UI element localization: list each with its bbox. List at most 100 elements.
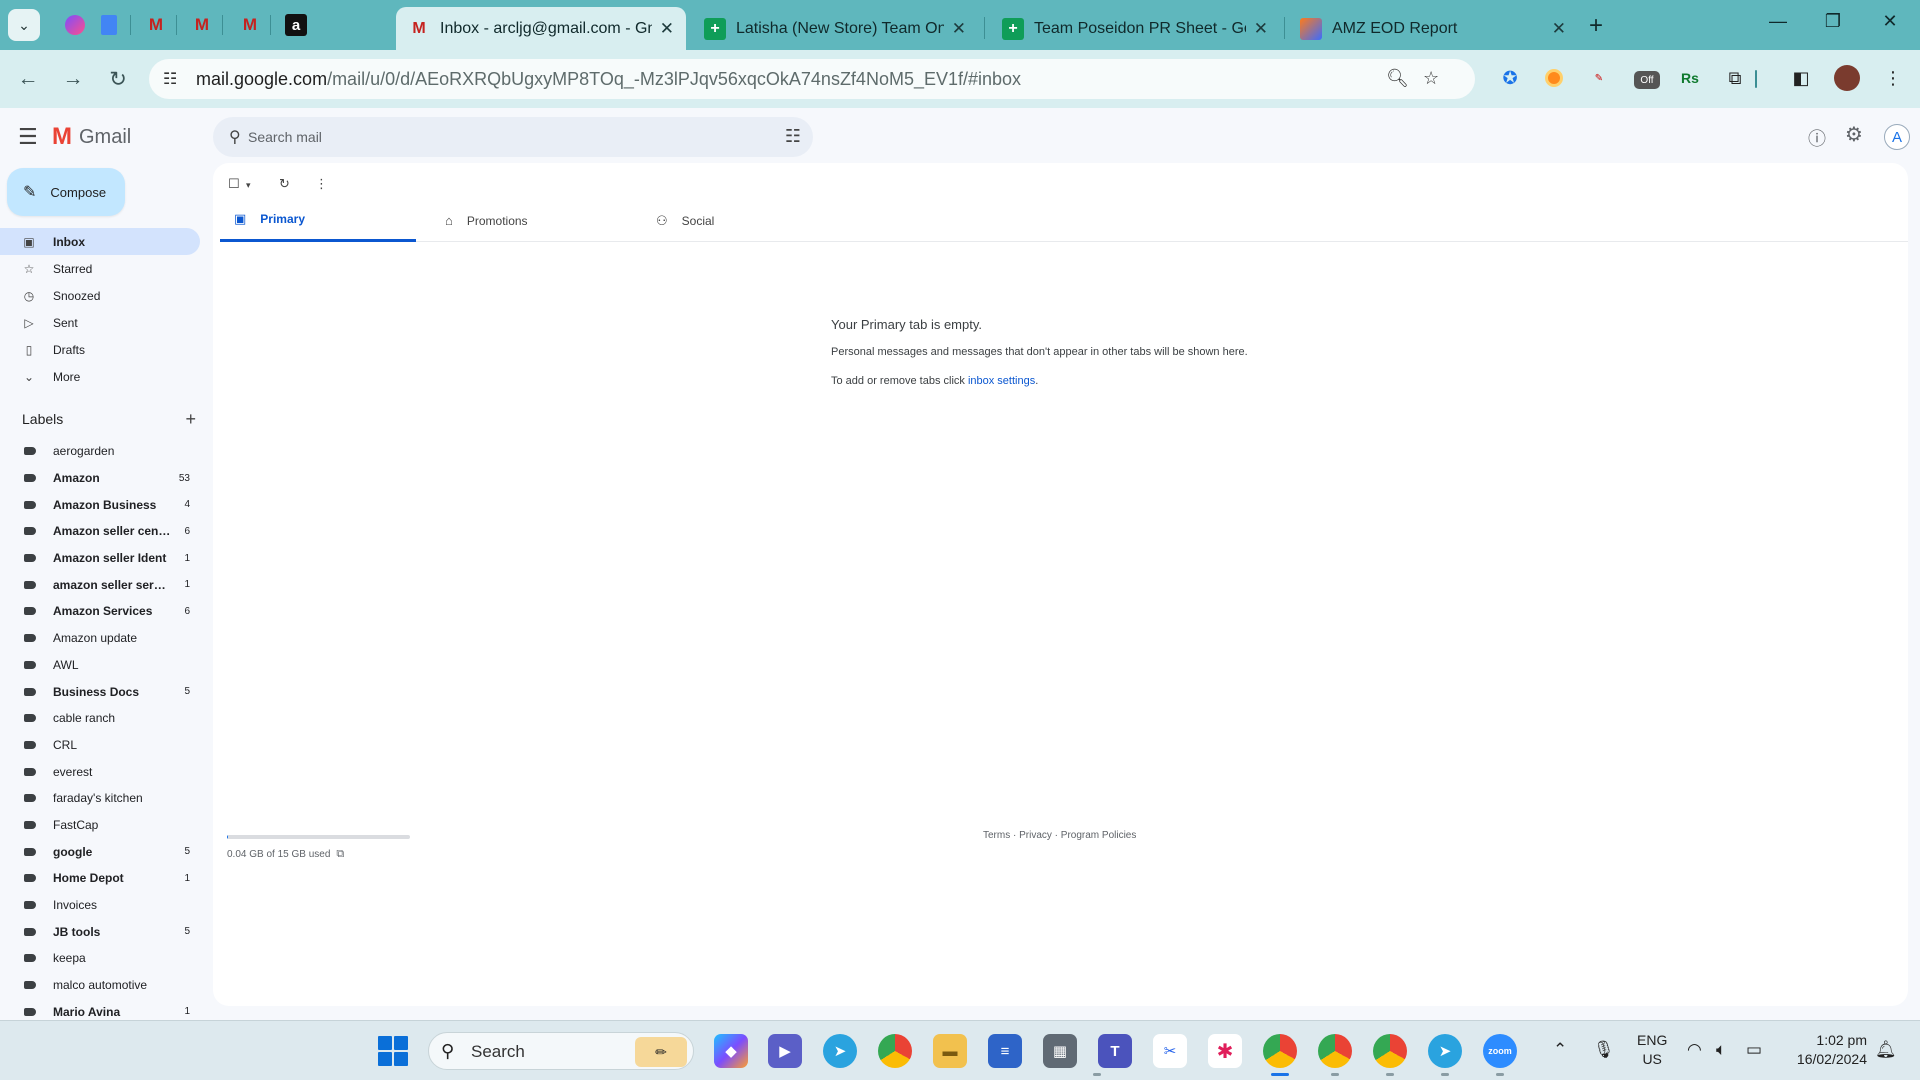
sidebar-label-item[interactable]: JB tools 5	[0, 918, 200, 945]
sidebar-label-item[interactable]: faraday's kitchen	[0, 785, 200, 812]
sidebar-label-item[interactable]: Invoices	[0, 892, 200, 919]
messenger-pinned-tab[interactable]	[60, 10, 90, 40]
taskbar-search[interactable]: ⚲ Search ✏	[428, 1032, 694, 1070]
close-tab-icon[interactable]: ✕	[952, 19, 966, 39]
sidebar-label-item[interactable]: Home Depot 1	[0, 865, 200, 892]
telegram-icon[interactable]: ➤	[1428, 1034, 1462, 1068]
extensions-puzzle-icon[interactable]: ⧉	[1722, 65, 1748, 91]
main-menu-icon[interactable]: ☰	[18, 124, 38, 150]
zoom-icon[interactable]: zoom	[1483, 1034, 1517, 1068]
sidebar-item-more[interactable]: ⌄ More	[0, 363, 200, 390]
tab-search-button[interactable]: ⌄	[8, 9, 40, 41]
sidebar-item-inbox[interactable]: ▣ Inbox	[0, 228, 200, 255]
gmail-logo[interactable]: M Gmail	[52, 123, 131, 151]
gmail-pinned-tab[interactable]: M	[235, 10, 265, 40]
sidebar-label-item[interactable]: malco automotive	[0, 972, 200, 999]
amazon-pinned-tab[interactable]: a	[281, 10, 311, 40]
profile-avatar[interactable]	[1834, 65, 1860, 91]
chrome-icon[interactable]	[878, 1034, 912, 1068]
more-options-icon[interactable]: ⋮	[315, 176, 328, 192]
sidebar-label-item[interactable]: cable ranch	[0, 705, 200, 732]
account-avatar[interactable]: A	[1884, 124, 1910, 150]
footer-links[interactable]: Terms · Privacy · Program Policies	[983, 830, 1136, 841]
volume-icon[interactable]: 🔈︎	[1716, 1040, 1726, 1060]
sidebar-label-item[interactable]: CRL	[0, 732, 200, 759]
add-label-icon[interactable]: +	[185, 409, 196, 430]
sidebar-label-item[interactable]: Amazon seller Ident 1	[0, 545, 200, 572]
file-explorer-icon[interactable]: ▬	[933, 1034, 967, 1068]
chrome-profile-icon[interactable]	[1263, 1034, 1297, 1068]
sidebar-label-item[interactable]: amazon seller servi... 1	[0, 571, 200, 598]
tab-poseidon-sheet[interactable]: + Team Poseidon PR Sheet - Goo ✕	[990, 7, 1280, 50]
meet-icon[interactable]: ▶	[768, 1034, 802, 1068]
minimize-button[interactable]: —	[1758, 11, 1798, 32]
start-button[interactable]	[378, 1036, 408, 1066]
search-icon[interactable]: ⚲	[229, 127, 241, 147]
close-tab-icon[interactable]: ✕	[1254, 19, 1268, 39]
extension-orange-icon[interactable]	[1541, 65, 1567, 91]
sidebar-label-item[interactable]: AWL	[0, 652, 200, 679]
telegram-icon[interactable]: ➤	[823, 1034, 857, 1068]
show-hidden-icons-chevron[interactable]: ⌃	[1553, 1040, 1567, 1060]
tab-social[interactable]: ⚇ Social	[642, 199, 838, 242]
sidebar-label-item[interactable]: Amazon seller cent... 6	[0, 518, 200, 545]
sidebar-item-snoozed[interactable]: ◷ Snoozed	[0, 282, 200, 309]
gmail-pinned-tab[interactable]: M	[141, 10, 171, 40]
snipping-tool-icon[interactable]: ✂	[1153, 1034, 1187, 1068]
sidebar-item-drafts[interactable]: ▯ Drafts	[0, 336, 200, 363]
battery-icon[interactable]: ▭	[1746, 1040, 1762, 1060]
zoom-icon[interactable]: 🔍︎	[1386, 68, 1409, 89]
sidebar-label-item[interactable]: FastCap	[0, 812, 200, 839]
wifi-icon[interactable]: ◠	[1687, 1040, 1702, 1060]
notification-bell-icon[interactable]: 🔔︎	[1875, 1040, 1897, 1060]
extension-off-badge[interactable]: Off	[1634, 71, 1660, 89]
address-bar[interactable]: ☷ mail.google.com/mail/u/0/d/AEoRXRQbUgx…	[149, 59, 1475, 99]
back-button[interactable]: ←	[13, 64, 43, 94]
taskbar-clock[interactable]: 1:02 pm 16/02/2024	[1787, 1031, 1867, 1069]
extension-rs-icon[interactable]: Rs	[1677, 65, 1703, 91]
input-language[interactable]: ENG US	[1637, 1031, 1667, 1069]
tab-promotions[interactable]: ⌂ Promotions	[431, 199, 627, 242]
sidebar-label-item[interactable]: Amazon Business 4	[0, 491, 200, 518]
tab-latisha-sheet[interactable]: + Latisha (New Store) Team Only ✕	[692, 7, 978, 50]
tab-gmail-inbox[interactable]: M Inbox - arcljg@gmail.com - Gm ✕	[396, 7, 686, 50]
help-icon[interactable]: ⓘ	[1808, 125, 1826, 151]
close-window-button[interactable]: ✕	[1870, 11, 1910, 32]
teams-icon[interactable]: T	[1098, 1034, 1132, 1068]
tab-primary[interactable]: ▣ Primary	[220, 199, 416, 242]
extension-compass-icon[interactable]: ✪	[1497, 65, 1523, 91]
sidebar-label-item[interactable]: Amazon update	[0, 625, 200, 652]
sidebar-label-item[interactable]: google 5	[0, 838, 200, 865]
calculator-icon[interactable]: ▦	[1043, 1034, 1077, 1068]
site-info-icon[interactable]: ☷	[163, 69, 177, 89]
reload-button[interactable]: ↻	[103, 64, 133, 94]
sidebar-label-item[interactable]: everest	[0, 758, 200, 785]
new-tab-button[interactable]: +	[1589, 12, 1603, 40]
compose-button[interactable]: ✎ Compose	[7, 168, 125, 216]
slack-icon[interactable]: ✱	[1208, 1034, 1242, 1068]
inbox-settings-link[interactable]: inbox settings	[968, 375, 1035, 387]
search-options-icon[interactable]: ☷	[785, 126, 801, 147]
bookmark-star-icon[interactable]: ☆	[1423, 68, 1439, 89]
sidebar-item-sent[interactable]: ▷ Sent	[0, 309, 200, 336]
select-all-checkbox[interactable]: ☐	[228, 176, 240, 192]
browser-menu-icon[interactable]: ⋮	[1880, 65, 1906, 91]
chrome-profile-icon[interactable]	[1318, 1034, 1352, 1068]
gmail-pinned-tab[interactable]: M	[187, 10, 217, 40]
side-panel-icon[interactable]: ◧	[1788, 65, 1814, 91]
sidebar-label-item[interactable]: Business Docs 5	[0, 678, 200, 705]
microphone-icon[interactable]: 🎙︎	[1593, 1040, 1615, 1060]
close-tab-icon[interactable]: ✕	[660, 19, 674, 39]
chrome-profile-icon[interactable]	[1373, 1034, 1407, 1068]
sidebar-item-starred[interactable]: ☆ Starred	[0, 255, 200, 282]
refresh-icon[interactable]: ↻	[279, 176, 290, 192]
search-input[interactable]	[248, 125, 748, 149]
docs-pinned-tab[interactable]	[94, 10, 124, 40]
open-external-icon[interactable]: ⧉	[336, 848, 344, 860]
sidebar-label-item[interactable]: Amazon 53	[0, 465, 200, 492]
restore-button[interactable]: ❐	[1813, 11, 1853, 32]
sidebar-label-item[interactable]: keepa	[0, 945, 200, 972]
tab-amz-eod-report[interactable]: AMZ EOD Report ✕	[1288, 7, 1578, 50]
close-tab-icon[interactable]: ✕	[1552, 19, 1566, 39]
copilot-icon[interactable]: ◆	[714, 1034, 748, 1068]
